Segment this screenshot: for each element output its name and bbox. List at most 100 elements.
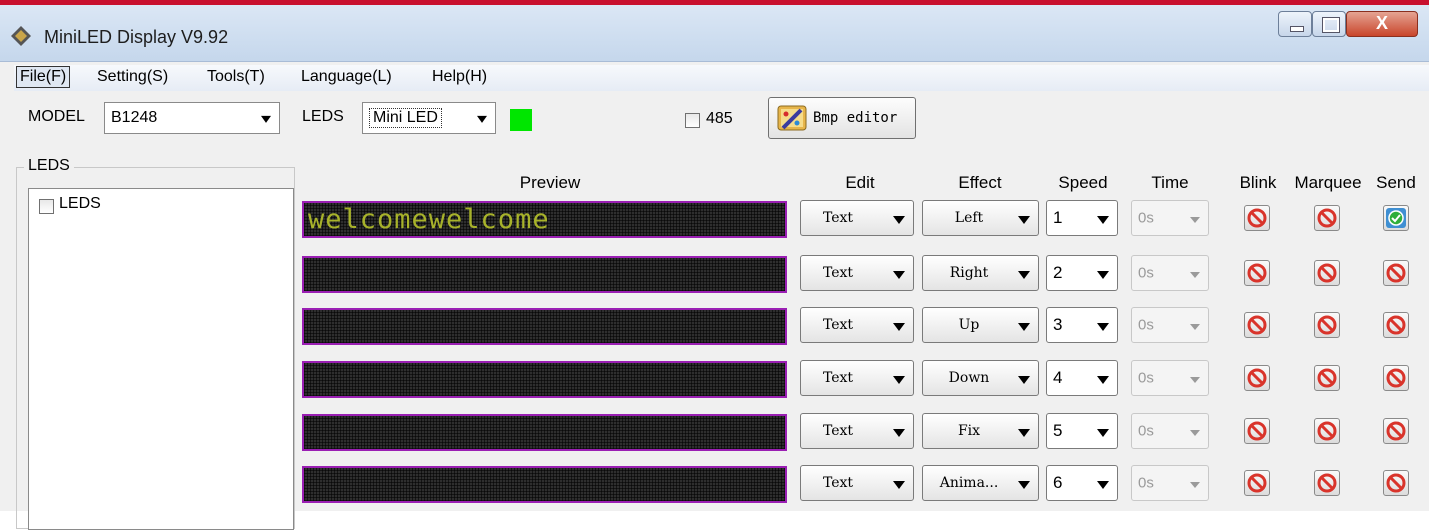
menu-bar: File(F) Setting(S) Tools(T) Language(L) … [14, 65, 1429, 91]
leds-group-title: LEDS [24, 157, 74, 175]
led-preview[interactable] [302, 308, 787, 345]
edit-value: Text [823, 423, 854, 439]
effect-value: Anima... [939, 475, 999, 491]
tree-item-label[interactable]: LEDS [59, 195, 101, 213]
led-preview[interactable] [302, 414, 787, 451]
col-speed: Speed [1058, 173, 1108, 192]
chevron-down-icon [1097, 429, 1109, 437]
led-preview[interactable] [302, 256, 787, 293]
col-blink: Blink [1239, 173, 1277, 192]
col-preview: Preview [519, 173, 581, 192]
model-value: B1248 [111, 109, 158, 126]
blink-toggle[interactable] [1244, 470, 1270, 496]
led-preview[interactable]: welcomewelcome [302, 201, 787, 238]
time-value: 0s [1138, 209, 1154, 227]
send-toggle[interactable] [1383, 260, 1409, 286]
bmp-editor-button[interactable]: Bmp editor [768, 97, 916, 139]
marquee-toggle[interactable] [1314, 470, 1340, 496]
chevron-down-icon [1097, 323, 1109, 331]
marquee-toggle[interactable] [1314, 205, 1340, 231]
edit-value: Text [823, 317, 854, 333]
chevron-down-icon [1097, 271, 1109, 279]
send-toggle[interactable] [1383, 205, 1409, 231]
blink-toggle[interactable] [1244, 260, 1270, 286]
blink-toggle[interactable] [1244, 312, 1270, 338]
chevron-down-icon [1190, 324, 1200, 330]
chevron-down-icon [1190, 217, 1200, 223]
close-button[interactable]: X [1346, 11, 1418, 37]
send-toggle[interactable] [1383, 470, 1409, 496]
maximize-button[interactable] [1312, 11, 1346, 37]
blink-toggle[interactable] [1244, 205, 1270, 231]
edit-select[interactable]: Text [800, 307, 914, 343]
chevron-down-icon [1097, 376, 1109, 384]
effect-select[interactable]: Right [922, 255, 1039, 291]
edit-value: Text [823, 210, 854, 226]
chevron-down-icon [893, 216, 905, 224]
time-select: 0s [1131, 255, 1209, 291]
led-preview[interactable] [302, 466, 787, 503]
chevron-down-icon [477, 115, 487, 123]
chevron-down-icon [1018, 481, 1030, 489]
marquee-toggle[interactable] [1314, 365, 1340, 391]
speed-select[interactable]: 6 [1046, 465, 1118, 501]
speed-select[interactable]: 1 [1046, 200, 1118, 236]
led-preview[interactable] [302, 361, 787, 398]
edit-select[interactable]: Text [800, 360, 914, 396]
status-indicator [510, 109, 532, 131]
send-toggle[interactable] [1383, 365, 1409, 391]
marquee-toggle[interactable] [1314, 418, 1340, 444]
effect-value: Right [949, 265, 989, 281]
rs485-label: 485 [706, 110, 733, 127]
edit-select[interactable]: Text [800, 465, 914, 501]
marquee-toggle[interactable] [1314, 312, 1340, 338]
speed-value: 1 [1053, 208, 1063, 227]
send-toggle[interactable] [1383, 312, 1409, 338]
speed-value: 3 [1053, 315, 1063, 334]
leds-type-select[interactable]: Mini LED [362, 102, 496, 134]
effect-select[interactable]: Down [922, 360, 1039, 396]
blink-toggle[interactable] [1244, 418, 1270, 444]
speed-select[interactable]: 3 [1046, 307, 1118, 343]
model-select[interactable]: B1248 [104, 102, 280, 134]
effect-select[interactable]: Anima... [922, 465, 1039, 501]
marquee-toggle[interactable] [1314, 260, 1340, 286]
col-marquee: Marquee [1294, 173, 1362, 192]
edit-select[interactable]: Text [800, 413, 914, 449]
speed-select[interactable]: 2 [1046, 255, 1118, 291]
menu-file[interactable]: File(F) [16, 66, 71, 88]
chevron-down-icon [1190, 482, 1200, 488]
speed-value: 5 [1053, 421, 1063, 440]
speed-select[interactable]: 4 [1046, 360, 1118, 396]
model-label: MODEL [28, 108, 85, 125]
chevron-down-icon [1190, 377, 1200, 383]
send-toggle[interactable] [1383, 418, 1409, 444]
speed-select[interactable]: 5 [1046, 413, 1118, 449]
col-time: Time [1151, 173, 1189, 192]
effect-select[interactable]: Left [922, 200, 1039, 236]
close-icon: X [1375, 13, 1388, 33]
menu-help[interactable]: Help(H) [429, 67, 490, 87]
speed-value: 4 [1053, 368, 1063, 387]
time-select: 0s [1131, 413, 1209, 449]
edit-select[interactable]: Text [800, 200, 914, 236]
time-value: 0s [1138, 422, 1154, 440]
chevron-down-icon [893, 376, 905, 384]
menu-setting[interactable]: Setting(S) [94, 67, 171, 87]
minimize-button[interactable] [1278, 11, 1312, 37]
effect-value: Left [954, 210, 984, 226]
menu-tools[interactable]: Tools(T) [204, 67, 268, 87]
edit-select[interactable]: Text [800, 255, 914, 291]
effect-select[interactable]: Fix [922, 413, 1039, 449]
tree-item-checkbox[interactable] [39, 199, 54, 214]
edit-value: Text [823, 475, 854, 491]
blink-toggle[interactable] [1244, 365, 1270, 391]
time-select: 0s [1131, 200, 1209, 236]
title-bar[interactable]: MiniLED Display V9.92 X [0, 5, 1429, 62]
chevron-down-icon [893, 323, 905, 331]
chevron-down-icon [1018, 323, 1030, 331]
effect-select[interactable]: Up [922, 307, 1039, 343]
menu-language[interactable]: Language(L) [298, 67, 395, 87]
rs485-checkbox[interactable] [685, 113, 700, 128]
leds-tree[interactable]: LEDS [28, 188, 294, 530]
